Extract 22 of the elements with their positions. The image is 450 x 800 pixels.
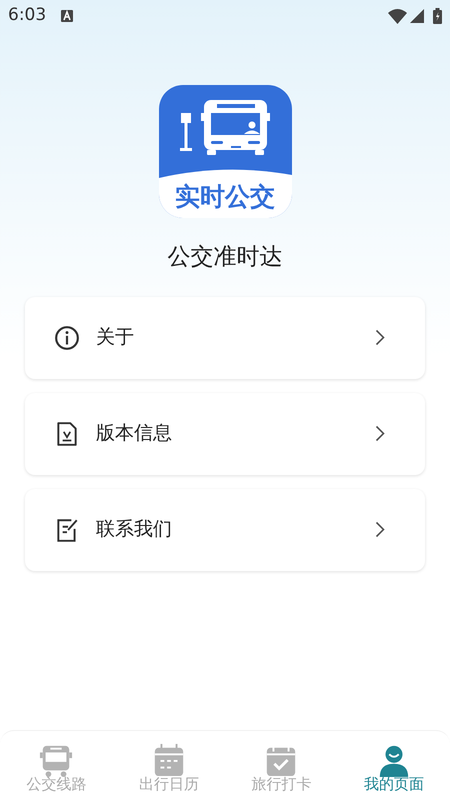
bus-icon xyxy=(39,743,74,777)
wifi-icon xyxy=(388,8,407,24)
menu-label: 版本信息 xyxy=(96,421,173,446)
info-icon xyxy=(54,324,80,350)
menu-label: 联系我们 xyxy=(96,517,173,542)
menu-label: 关于 xyxy=(96,325,135,350)
chevron-right-icon xyxy=(375,329,385,346)
nav-tab[interactable]: 旅行打卡 xyxy=(225,731,338,800)
nav-tab[interactable]: 我的页面 xyxy=(338,731,450,800)
nav-tab[interactable]: 公交线路 xyxy=(0,731,112,800)
status-time: 6:03 xyxy=(8,4,46,28)
menu-item[interactable]: 联系我们 xyxy=(25,488,425,570)
app-name: 公交准时达 xyxy=(168,243,282,272)
signal-icon xyxy=(410,9,424,23)
menu-item[interactable]: 关于 xyxy=(25,296,425,378)
logo-text: 实时公交 xyxy=(175,183,275,211)
menu-item[interactable]: 版本信息 xyxy=(25,392,425,474)
chevron-right-icon xyxy=(375,425,385,442)
notification-icon xyxy=(61,10,74,22)
chevron-right-icon xyxy=(375,521,385,538)
nav-tab[interactable]: 出行日历 xyxy=(112,731,225,800)
battery-icon xyxy=(433,8,442,24)
